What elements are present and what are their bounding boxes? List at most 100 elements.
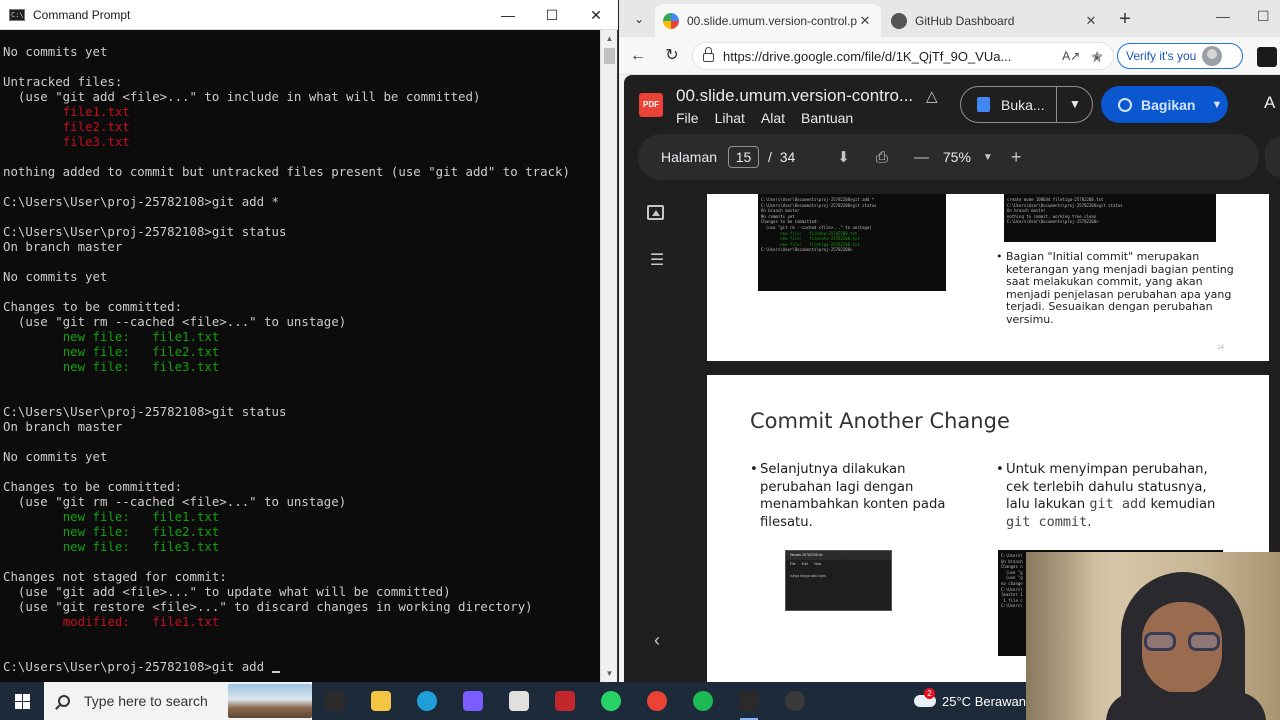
move-to-drive-icon[interactable]: △ (926, 87, 938, 105)
weather-cloud-icon[interactable]: 2 (914, 688, 937, 707)
console-text: On branch master (3, 419, 123, 434)
taskbar-app[interactable] (634, 682, 680, 720)
menu-view[interactable]: Lihat (715, 110, 745, 126)
new-tab-icon[interactable]: + (1113, 7, 1137, 31)
windows-logo-icon (14, 693, 30, 709)
menu-tools[interactable]: Alat (761, 110, 785, 126)
weather-temp[interactable]: 25°C (942, 694, 971, 709)
console-line: C:\Users\User\proj-25782108>git status (3, 224, 600, 239)
share-label: Bagikan (1141, 96, 1196, 113)
account-avatar[interactable]: A (1264, 93, 1275, 113)
terminal-icon (739, 691, 759, 711)
edge-icon (417, 691, 437, 711)
taskbar-app[interactable] (450, 682, 496, 720)
browser-minimize-icon[interactable]: — (1216, 8, 1230, 24)
menu-file[interactable]: File (676, 110, 699, 126)
open-with-label: Buka... (1001, 96, 1045, 113)
tab-github[interactable]: GitHub Dashboard ✕ (883, 4, 1107, 37)
obs-icon (785, 691, 805, 711)
close-tab-icon[interactable]: ✕ (1083, 13, 1099, 29)
cmd-titlebar[interactable]: C:\ Command Prompt — ☐ ✕ (0, 0, 618, 30)
taskbar-app[interactable] (312, 682, 358, 720)
share-button[interactable]: Bagikan ▼ (1101, 86, 1228, 123)
console-text: Untracked files: (3, 74, 123, 89)
maximize-icon[interactable]: ☐ (530, 0, 574, 30)
read-aloud-icon[interactable]: A↗ (1062, 49, 1080, 63)
download-icon[interactable]: ⬇ (837, 148, 850, 166)
desktop: C:\ Command Prompt — ☐ ✕ No commits yet U… (0, 0, 1280, 720)
cmd-window-controls: — ☐ ✕ (486, 0, 618, 30)
page-number-input[interactable]: 15 (728, 146, 760, 168)
slide-page-number: 14 (1217, 345, 1224, 351)
taskbar-app[interactable] (588, 682, 634, 720)
taskbar-search[interactable]: Type here to search (44, 682, 312, 720)
file-title[interactable]: 00.slide.umum.version-contro... (676, 86, 913, 106)
previous-page-icon[interactable]: ‹ (647, 630, 667, 650)
console-text: C:\Users\User\proj-25782108>git status (3, 404, 287, 419)
tab-pdf[interactable]: 00.slide.umum.version-control.pdf ✕ (655, 4, 881, 37)
console-line: (use "git rm --cached <file>..." to unst… (3, 494, 600, 509)
taskbar-app[interactable] (496, 682, 542, 720)
google-drive-favicon-icon (663, 12, 679, 29)
scroll-down-icon[interactable]: ▼ (601, 665, 618, 682)
console-text: new file: file1.txt (62, 509, 220, 524)
weather-text[interactable]: Berawan (975, 694, 1026, 709)
cmd-app-icon: C:\ (9, 8, 25, 21)
console-text: On branch master (3, 239, 123, 254)
print-icon[interactable]: ⎙ (876, 149, 888, 166)
menu-help[interactable]: Bantuan (801, 110, 853, 126)
zoom-out-icon[interactable]: — (914, 149, 929, 166)
browser-maximize-icon[interactable]: ☐ (1257, 8, 1270, 25)
address-bar[interactable]: https://drive.google.com/file/d/1K_QjTf_… (692, 42, 1114, 70)
cmd-scrollbar[interactable]: ▲ ▼ (600, 30, 617, 682)
console-line: modified: file1.txt (3, 614, 600, 629)
taskbar-app[interactable] (726, 682, 772, 720)
slide-bullet-left: Selanjutnya dilakukan perubahan lagi den… (760, 462, 946, 531)
taskbar-app[interactable] (680, 682, 726, 720)
search-placeholder: Type here to search (84, 693, 208, 709)
webcam-overlay (1026, 552, 1280, 720)
page-label: Halaman (661, 149, 718, 165)
close-tab-icon[interactable]: ✕ (857, 13, 873, 29)
start-button[interactable] (0, 682, 44, 720)
outline-list-icon[interactable]: ☰ (647, 250, 667, 270)
chevron-down-icon[interactable]: ▼ (1069, 97, 1081, 111)
console-line: (use "git rm --cached <file>..." to unst… (3, 314, 600, 329)
console-text: C:\Users\User\proj-25782108>git status (3, 224, 287, 239)
tab-label: GitHub Dashboard (915, 13, 1015, 28)
console-text: Changes not staged for commit: (3, 569, 227, 584)
minimize-icon[interactable]: — (486, 0, 530, 30)
console-text: (use "git rm --cached <file>..." to unst… (3, 494, 347, 509)
scroll-thumb[interactable] (604, 48, 615, 64)
zoom-in-icon[interactable]: + (1011, 147, 1022, 168)
console-text: new file: file2.txt (62, 344, 220, 359)
pdf-page-14: C:\Users\User\Documents\proj-25782208>gi… (707, 194, 1269, 361)
console-text: new file: file2.txt (62, 524, 220, 539)
back-icon[interactable]: ← (628, 46, 648, 66)
close-icon[interactable]: ✕ (574, 0, 618, 30)
taskbar-app[interactable] (404, 682, 450, 720)
zoom-level[interactable]: 75% (943, 149, 971, 165)
open-with-button[interactable]: Buka... ▼ (960, 86, 1093, 123)
toolbar-overflow (1265, 137, 1280, 177)
verify-profile-button[interactable]: Verify it's you (1117, 43, 1243, 69)
favorites-icon[interactable]: ✭ (1091, 49, 1103, 66)
tab-actions-icon[interactable]: ⌄ (629, 9, 649, 29)
browser-menu-icon[interactable] (1257, 47, 1277, 67)
cmd-console-output[interactable]: No commits yet Untracked files: (use "git… (0, 30, 600, 682)
scroll-up-icon[interactable]: ▲ (601, 30, 618, 47)
command-prompt-window[interactable]: C:\ Command Prompt — ☐ ✕ No commits yet U… (0, 0, 618, 682)
zoom-dropdown-icon[interactable]: ▼ (983, 152, 993, 163)
taskbar-app[interactable] (358, 682, 404, 720)
refresh-icon[interactable]: ↻ (662, 46, 682, 66)
console-line: (use "git add <file>..." to include in w… (3, 89, 600, 104)
taskbar-app[interactable] (542, 682, 588, 720)
search-icon (58, 695, 70, 707)
taskbar-app[interactable] (772, 682, 818, 720)
screenshot-line: C:\Users\User\Documents\proj-25782208> (761, 247, 853, 253)
pdf-toolbar: Halaman 15 / 34 ⬇ ⎙ — 75% ▼ + (638, 134, 1259, 180)
image-icon[interactable] (647, 205, 664, 220)
